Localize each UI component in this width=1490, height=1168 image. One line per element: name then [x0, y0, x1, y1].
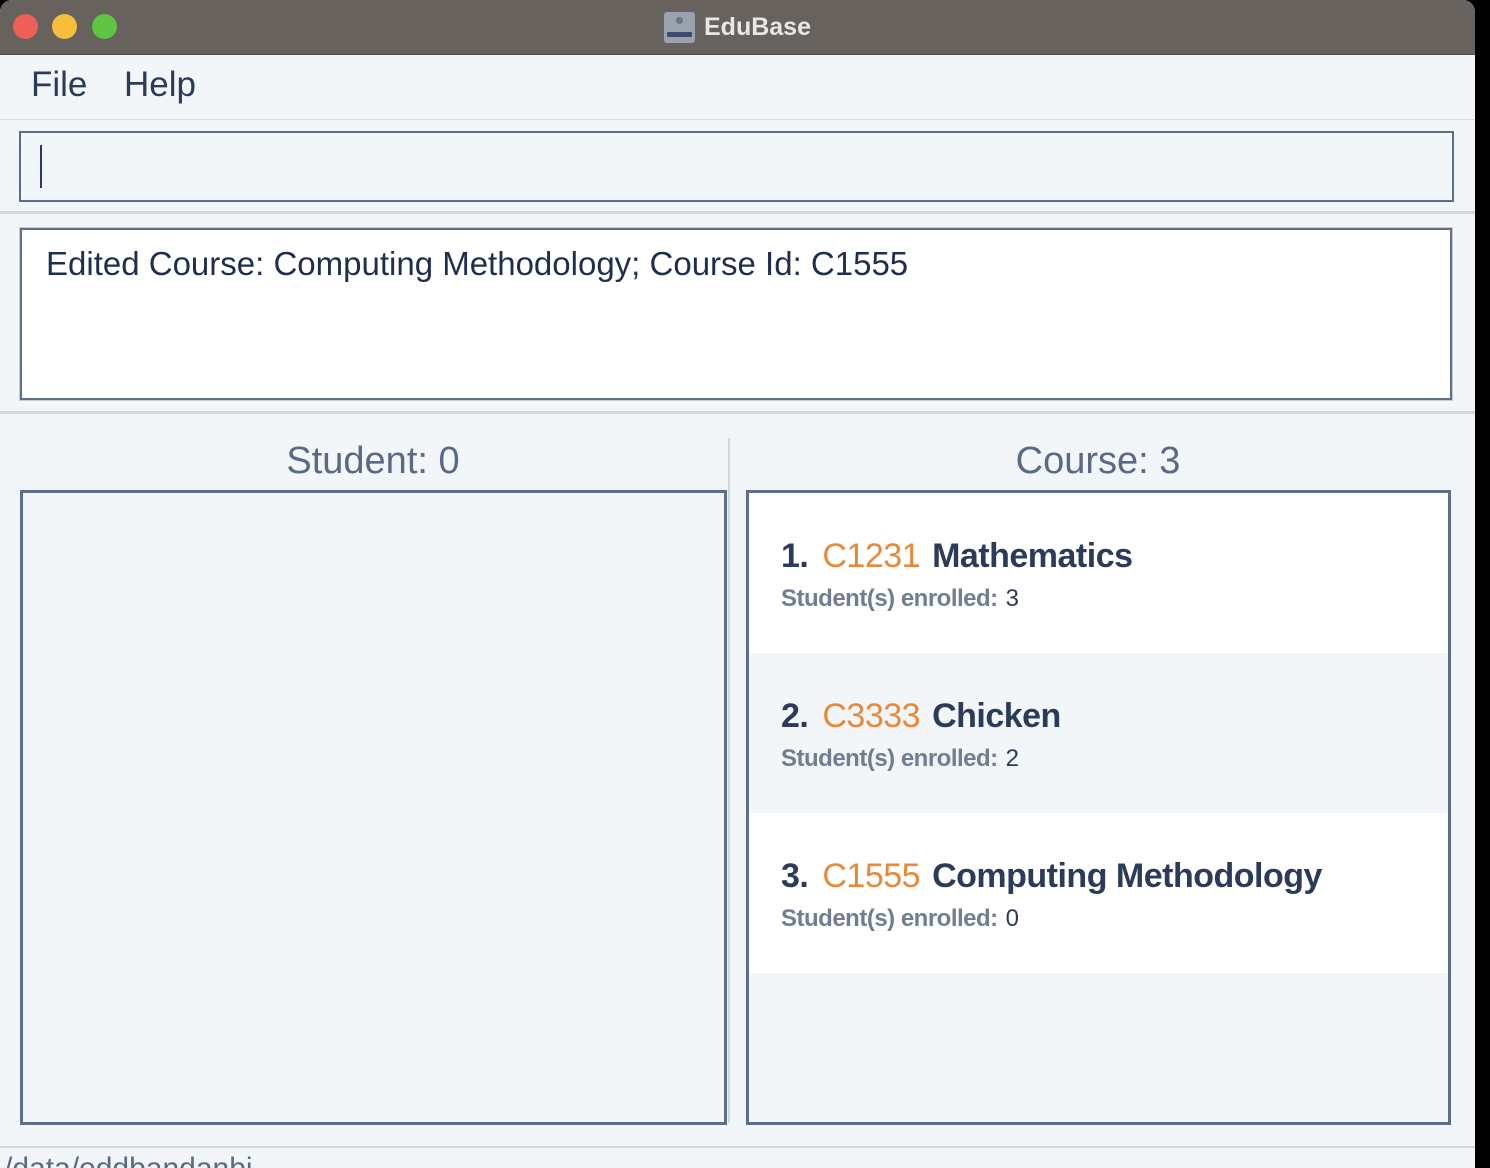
menu-file[interactable]: File: [31, 65, 87, 105]
course-panel-header: Course: 3: [1015, 440, 1181, 482]
course-card[interactable]: 2. C3333 Chicken Student(s) enrolled: 2: [749, 653, 1448, 813]
course-name: Computing Methodology: [932, 857, 1322, 895]
course-title: 1. C1231 Mathematics: [781, 537, 1133, 576]
course-title: 2. C3333 Chicken: [781, 697, 1061, 736]
student-panel-header: Student: 0: [286, 440, 460, 482]
panel-divider[interactable]: [728, 438, 730, 1123]
course-index: 1.: [781, 537, 809, 575]
course-list[interactable]: 1. C1231 Mathematics Student(s) enrolled: 3…: [746, 490, 1451, 1125]
course-id: C1555: [822, 857, 921, 895]
title-bar[interactable]: EduBase: [0, 0, 1475, 55]
window-title: EduBase: [704, 12, 811, 41]
menu-bar: File Help: [0, 55, 1475, 120]
result-display: Edited Course: Computing Methodology; Co…: [19, 227, 1453, 401]
app-window: EduBase File Help Edited Course: Computi…: [0, 0, 1475, 1168]
course-id: C3333: [822, 697, 921, 735]
enrolled-count: 2: [1005, 745, 1020, 772]
text-caret: [40, 145, 42, 188]
enrolled-count: 3: [1005, 585, 1020, 612]
status-bar-divider: [0, 1146, 1475, 1148]
window-title-group: EduBase: [0, 0, 1475, 54]
enrolled-label: Student(s) enrolled:: [781, 745, 998, 772]
divider: [0, 211, 1475, 214]
course-card[interactable]: 1. C1231 Mathematics Student(s) enrolled: 3: [749, 493, 1448, 653]
course-card[interactable]: 3. C1555 Computing Methodology Student(s) …: [749, 813, 1448, 973]
course-enrolled: Student(s) enrolled: 0: [781, 905, 1019, 933]
status-bar-path: /data/eddbandanbi...: [4, 1152, 278, 1168]
course-id: C1231: [822, 537, 921, 575]
enrolled-label: Student(s) enrolled:: [781, 585, 998, 612]
result-message: Edited Course: Computing Methodology; Co…: [46, 245, 909, 282]
app-logo-icon: [664, 11, 695, 43]
course-name: Chicken: [932, 697, 1061, 735]
enrolled-count: 0: [1005, 905, 1020, 932]
course-name: Mathematics: [932, 537, 1133, 575]
command-input[interactable]: [19, 131, 1454, 202]
course-enrolled: Student(s) enrolled: 2: [781, 745, 1019, 773]
menu-help[interactable]: Help: [124, 65, 196, 105]
course-index: 2.: [781, 697, 809, 735]
course-index: 3.: [781, 857, 809, 895]
divider: [0, 411, 1475, 414]
enrolled-label: Student(s) enrolled:: [781, 905, 998, 932]
student-list[interactable]: [20, 490, 727, 1125]
course-title: 3. C1555 Computing Methodology: [781, 857, 1322, 896]
desktop-background: [1475, 0, 1490, 1168]
course-enrolled: Student(s) enrolled: 3: [781, 585, 1019, 613]
